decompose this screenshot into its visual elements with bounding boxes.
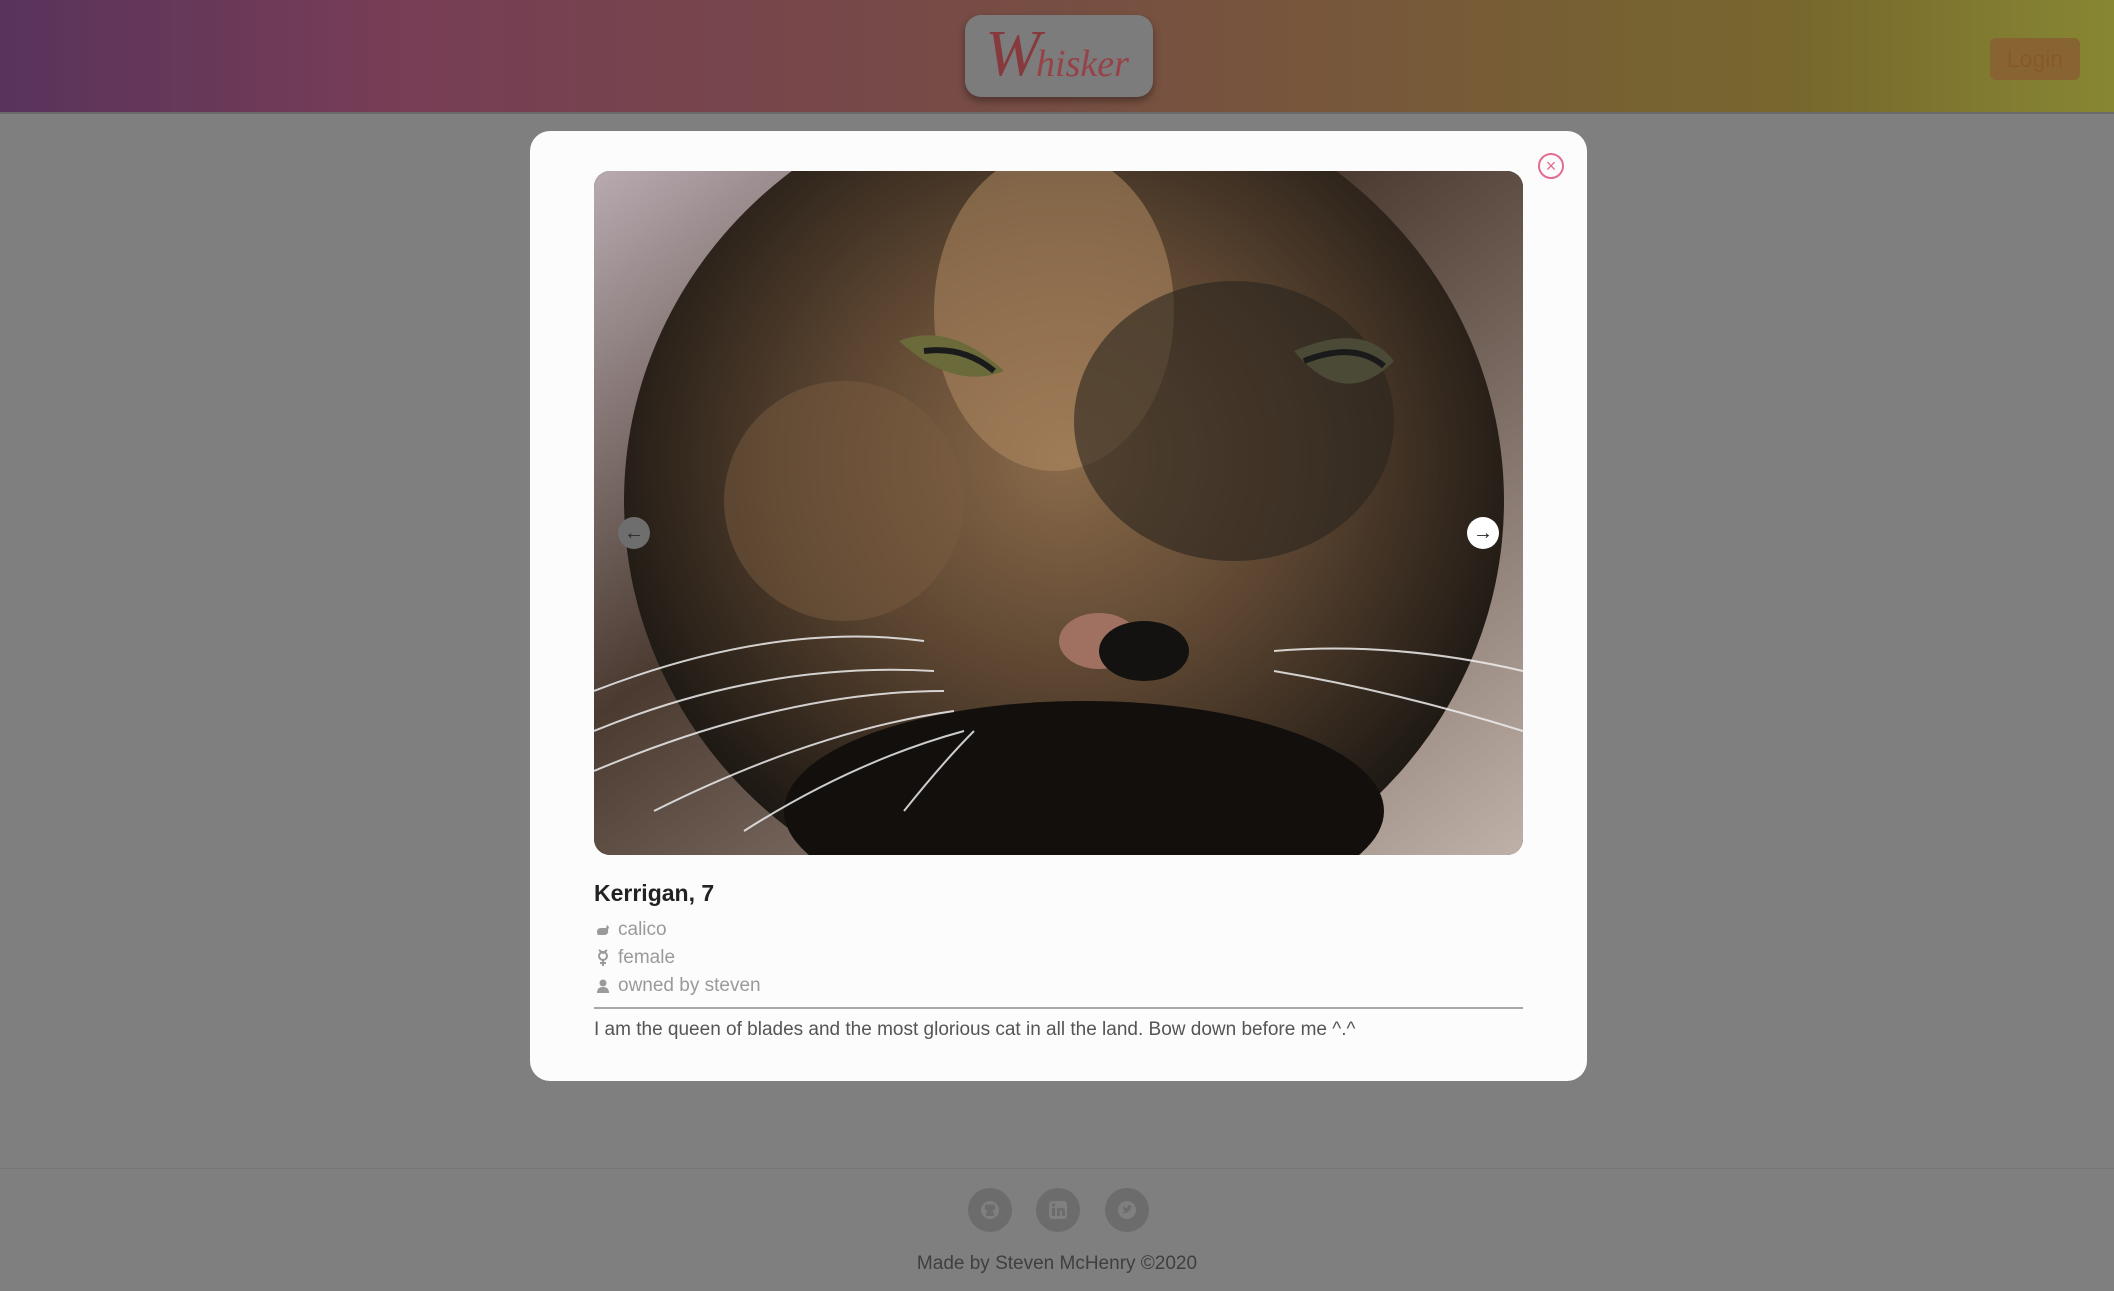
- footer-credit: Made by Steven McHenry ©2020: [916, 1253, 1198, 1274]
- cat-bio: I am the queen of blades and the most gl…: [594, 1019, 1356, 1040]
- cat-owner: owned by steven: [594, 975, 761, 997]
- cat-name-age: Kerrigan, 7: [594, 880, 715, 906]
- user-icon: [594, 977, 612, 995]
- logo-text: hisker: [1036, 43, 1129, 85]
- cat-breed: calico: [594, 919, 667, 941]
- sex-label: female: [618, 947, 676, 968]
- carousel-next-button[interactable]: →: [1467, 517, 1499, 549]
- cat-sex: female: [594, 947, 675, 969]
- divider: [594, 1007, 1523, 1009]
- login-button[interactable]: Login: [1990, 38, 2080, 80]
- whisker-logo[interactable]: W hisker: [965, 15, 1153, 97]
- linkedin-icon[interactable]: [1036, 1188, 1080, 1232]
- gender-icon: [594, 949, 612, 967]
- footer-divider: [0, 1168, 2114, 1169]
- carousel-prev-button[interactable]: ←: [618, 517, 650, 549]
- close-icon[interactable]: ×: [1538, 153, 1564, 179]
- top-nav: W hisker Login: [0, 0, 2114, 114]
- cat-photo: [594, 171, 1523, 855]
- photo-carousel: [594, 171, 1523, 855]
- cat-icon: [594, 921, 612, 939]
- github-icon[interactable]: [968, 1188, 1012, 1232]
- owner-label: owned by steven: [618, 975, 761, 996]
- twitter-icon[interactable]: [1105, 1188, 1149, 1232]
- logo-initial: W: [985, 17, 1041, 90]
- breed-label: calico: [618, 919, 667, 940]
